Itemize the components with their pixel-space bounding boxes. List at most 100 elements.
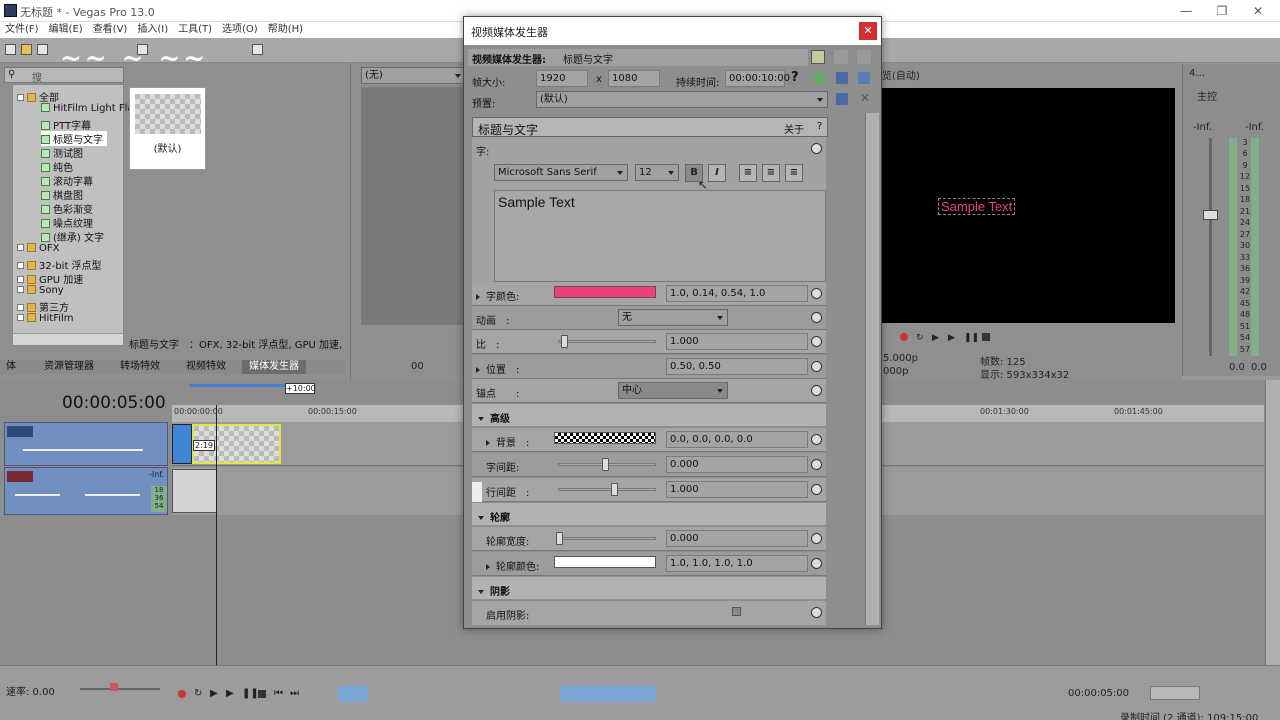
snap-tools[interactable]: [560, 686, 656, 702]
chain-view-icon[interactable]: [834, 50, 848, 64]
menu-edit[interactable]: 编辑(E): [44, 22, 88, 38]
track-pan-slider[interactable]: [85, 494, 140, 496]
expand-icon[interactable]: [476, 294, 480, 300]
outline-color-swatch[interactable]: [554, 556, 656, 568]
tree-item[interactable]: 棋盘图: [41, 187, 83, 202]
tab-media-generators[interactable]: 媒体发生器: [242, 360, 306, 374]
maximize-button[interactable]: ❐: [1204, 0, 1240, 22]
reset-icon[interactable]: [811, 336, 822, 347]
status-field[interactable]: [1150, 686, 1200, 700]
rate-slider-thumb[interactable]: [110, 683, 118, 691]
align-center-button[interactable]: ≡: [762, 164, 780, 182]
audio-clip[interactable]: [172, 469, 217, 513]
menu-file[interactable]: 文件(F): [0, 22, 44, 38]
reset-icon[interactable]: [811, 434, 822, 445]
clip-selected[interactable]: [172, 424, 192, 464]
track-opacity-slider[interactable]: [23, 449, 143, 451]
close-window-button[interactable]: ✕: [1240, 0, 1276, 22]
loop-playback-icon[interactable]: ↻: [194, 688, 202, 699]
video-track-header[interactable]: [4, 422, 168, 466]
animation-dropdown[interactable]: 无: [618, 309, 728, 326]
play-button[interactable]: ▶: [226, 688, 234, 699]
pause-button[interactable]: ❚❚: [242, 688, 259, 699]
background-color-swatch[interactable]: [554, 432, 656, 444]
align-left-button[interactable]: ≡: [739, 164, 757, 182]
play-from-start-icon[interactable]: ▶: [948, 333, 955, 343]
menu-view[interactable]: 查看(V): [88, 22, 133, 38]
outline-width-slider-thumb[interactable]: [556, 532, 563, 545]
reset-icon[interactable]: [811, 143, 822, 154]
tree-item[interactable]: 色彩渐变: [41, 201, 93, 216]
italic-button[interactable]: I: [708, 164, 726, 182]
tree-item-selected[interactable]: 标题与文字: [41, 131, 107, 146]
menu-options[interactable]: 选项(O): [217, 22, 263, 38]
record-button[interactable]: [178, 690, 186, 698]
grid-view-icon[interactable]: [857, 50, 871, 64]
save-preset-icon[interactable]: [836, 93, 848, 105]
save-icon[interactable]: [37, 44, 48, 55]
frame-height-input[interactable]: 1080: [608, 70, 660, 87]
outline-section-header[interactable]: 轮廓: [472, 503, 826, 525]
menu-insert[interactable]: 插入(I): [132, 22, 173, 38]
tree-item[interactable]: PTT字幕: [41, 117, 91, 132]
tracking-slider-thumb[interactable]: [602, 458, 609, 471]
timeline-timecode[interactable]: 00:00:05:00: [62, 393, 166, 413]
plugin-help-button[interactable]: ?: [817, 121, 822, 132]
expand-icon[interactable]: [476, 367, 480, 373]
preview-quality[interactable]: 览(自动): [882, 67, 920, 82]
align-right-button[interactable]: ≡: [785, 164, 803, 182]
preset-thumbnail[interactable]: (默认): [129, 87, 206, 170]
about-button[interactable]: 关于: [784, 121, 804, 136]
dialog-vscrollbar[interactable]: [865, 113, 879, 625]
tab-video-fx[interactable]: 视频特效: [186, 360, 226, 374]
expand-icon[interactable]: [486, 564, 490, 570]
line-spacing-value[interactable]: 1.000: [666, 481, 808, 498]
help-icon[interactable]: ?: [791, 70, 799, 85]
new-icon[interactable]: [5, 44, 16, 55]
go-to-end-icon[interactable]: ⏭: [290, 688, 299, 699]
reset-icon[interactable]: [811, 484, 822, 495]
stop-icon[interactable]: [982, 333, 990, 341]
loop-region-bar[interactable]: [190, 384, 285, 387]
shadow-section-header[interactable]: 阴影: [472, 577, 826, 599]
split-view-icon[interactable]: [811, 50, 825, 64]
tree-item-all[interactable]: 全部: [17, 89, 59, 104]
tab-media[interactable]: 体: [6, 360, 16, 374]
duration-input[interactable]: 00:00:10:00: [725, 70, 790, 87]
reset-icon[interactable]: [811, 558, 822, 569]
outline-width-slider[interactable]: [558, 537, 656, 540]
master-fader[interactable]: [1203, 210, 1218, 220]
advanced-section-header[interactable]: 高级: [472, 404, 826, 426]
animate-icon[interactable]: [814, 72, 826, 84]
menu-tools[interactable]: 工具(T): [173, 22, 217, 38]
tree-item[interactable]: 测试图: [41, 145, 83, 160]
tree-item-folder[interactable]: 32-bit 浮点型: [17, 257, 102, 272]
go-to-start-icon[interactable]: ⏮: [274, 688, 283, 699]
line-spacing-slider-thumb[interactable]: [611, 483, 619, 496]
rate-slider[interactable]: [80, 688, 160, 690]
tool-icon[interactable]: [252, 44, 263, 55]
tree-item[interactable]: 噪点纹理: [41, 215, 93, 230]
reset-icon[interactable]: [811, 312, 822, 323]
tree-item-folder[interactable]: OFX: [17, 243, 59, 254]
frame-width-input[interactable]: 1920: [536, 70, 588, 87]
text-color-value[interactable]: 1.0, 0.14, 0.54, 1.0: [666, 285, 808, 302]
tracking-value[interactable]: 0.000: [666, 456, 808, 473]
dialog-close-button[interactable]: ✕: [859, 22, 877, 40]
loop-icon[interactable]: ↻: [916, 333, 924, 343]
timeline-vscrollbar[interactable]: [1265, 380, 1280, 665]
record-icon[interactable]: [900, 333, 908, 341]
tree-item[interactable]: 纯色: [41, 159, 73, 174]
reset-icon[interactable]: [811, 459, 822, 470]
tree-hscrollbar[interactable]: [13, 333, 123, 345]
font-size-dropdown[interactable]: 12: [635, 164, 679, 181]
normal-edit-tool[interactable]: [338, 686, 368, 702]
save-frame-icon[interactable]: [836, 72, 848, 84]
tree-item-folder[interactable]: Sony: [17, 285, 64, 296]
background-value[interactable]: 0.0, 0.0, 0.0, 0.0: [666, 431, 808, 448]
trimmer-selector[interactable]: (无): [361, 67, 466, 84]
text-color-swatch[interactable]: [554, 286, 656, 298]
anchor-dropdown[interactable]: 中心: [618, 382, 728, 399]
expand-icon[interactable]: [486, 440, 490, 446]
reset-icon[interactable]: [811, 288, 822, 299]
